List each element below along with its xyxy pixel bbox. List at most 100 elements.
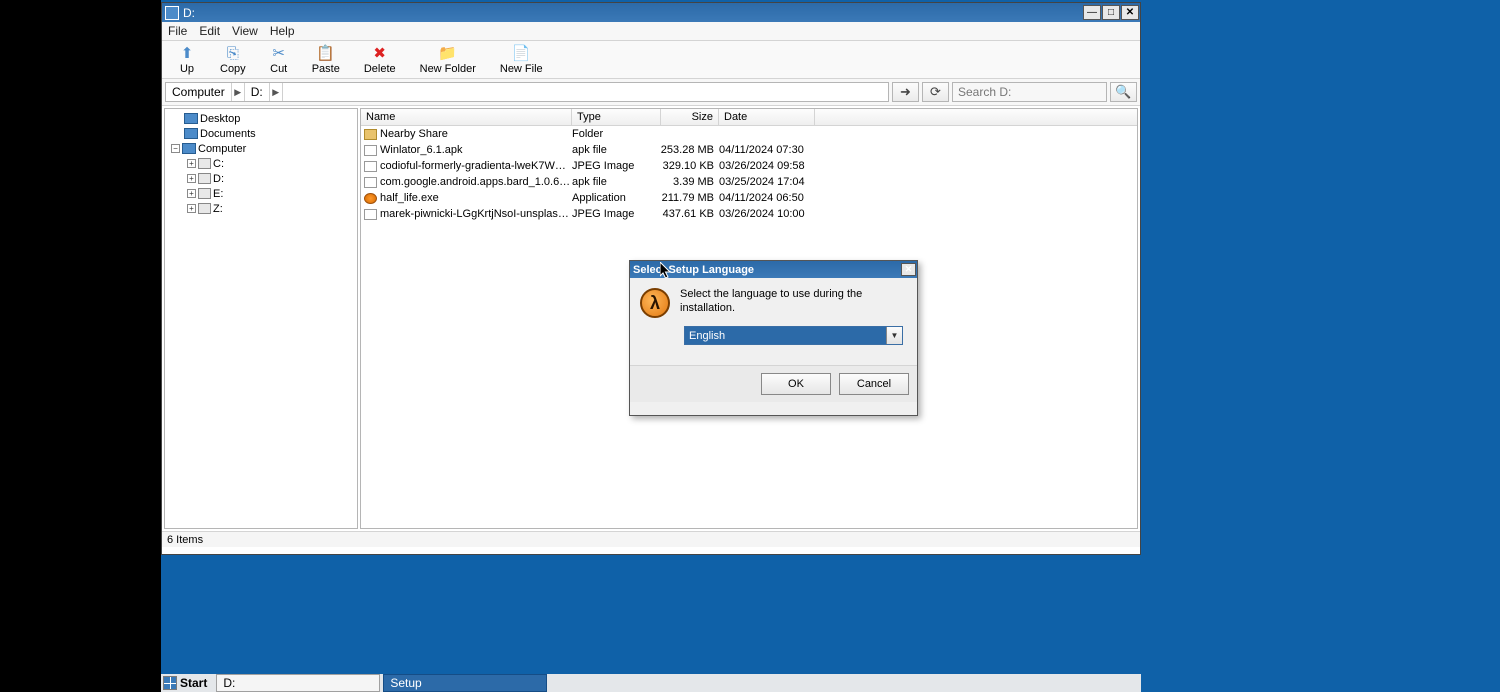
file-row[interactable]: Nearby ShareFolder xyxy=(361,126,1137,142)
minimize-button[interactable]: — xyxy=(1083,5,1101,20)
menu-help[interactable]: Help xyxy=(270,24,295,38)
menu-file[interactable]: File xyxy=(168,24,187,38)
tree-drive-d[interactable]: +D: xyxy=(165,171,357,186)
file-type: apk file xyxy=(572,176,661,188)
folder-tree[interactable]: Desktop Documents −Computer +C: +D: +E: … xyxy=(164,108,358,529)
file-icon xyxy=(364,209,377,220)
expand-icon[interactable]: + xyxy=(187,174,196,183)
chevron-down-icon[interactable]: ▼ xyxy=(886,327,902,344)
cancel-button[interactable]: Cancel xyxy=(839,373,909,395)
breadcrumb[interactable]: Computer ▶ D: ▶ xyxy=(165,82,889,102)
collapse-icon[interactable]: − xyxy=(171,144,180,153)
taskbar: Start D:Setup xyxy=(161,674,1141,692)
file-icon xyxy=(364,161,377,172)
file-date: 03/25/2024 17:04 xyxy=(719,176,815,188)
file-name: Nearby Share xyxy=(380,128,448,140)
file-size: 211.79 MB xyxy=(661,192,719,204)
copy-button[interactable]: ⎘Copy xyxy=(220,44,246,75)
close-button[interactable]: ✕ xyxy=(1121,5,1139,20)
column-name[interactable]: Name xyxy=(361,109,572,125)
cut-button[interactable]: ✂Cut xyxy=(270,44,288,75)
file-row[interactable]: Winlator_6.1.apkapk file253.28 MB04/11/2… xyxy=(361,142,1137,158)
file-date: 03/26/2024 09:58 xyxy=(719,160,815,172)
new-file-button[interactable]: 📄New File xyxy=(500,44,543,75)
tree-drive-c[interactable]: +C: xyxy=(165,156,357,171)
file-name: Winlator_6.1.apk xyxy=(380,144,463,156)
tree-desktop[interactable]: Desktop xyxy=(165,111,357,126)
window-titlebar[interactable]: D: — □ ✕ xyxy=(162,3,1140,22)
paste-button[interactable]: 📋Paste xyxy=(312,44,340,75)
file-name: com.google.android.apps.bard_1.0.6… xyxy=(380,176,570,188)
delete-button[interactable]: ✖Delete xyxy=(364,44,396,75)
refresh-button[interactable]: ⟳ xyxy=(922,82,949,102)
column-headers: Name Type Size Date xyxy=(361,109,1137,126)
expand-icon[interactable]: + xyxy=(187,159,196,168)
address-bar: Computer ▶ D: ▶ ➜ ⟳ Search D: 🔍 xyxy=(162,79,1140,106)
start-icon xyxy=(163,676,177,690)
breadcrumb-drive[interactable]: D: xyxy=(245,85,269,99)
file-type: JPEG Image xyxy=(572,160,661,172)
search-button[interactable]: 🔍 xyxy=(1110,82,1137,102)
column-size[interactable]: Size xyxy=(661,109,719,125)
file-row[interactable]: half_life.exe Application211.79 MB04/11/2… xyxy=(361,190,1137,206)
search-input[interactable]: Search D: xyxy=(952,82,1107,102)
toolbar: ⬆Up ⎘Copy ✂Cut 📋Paste ✖Delete 📁New Folde… xyxy=(162,41,1140,79)
file-row[interactable]: codioful-formerly-gradienta-lweK7W… JPEG … xyxy=(361,158,1137,174)
setup-language-dialog: Select Setup Language ✕ λ Select the lan… xyxy=(629,260,918,416)
file-size: 437.61 KB xyxy=(661,208,719,220)
menu-view[interactable]: View xyxy=(232,24,258,38)
breadcrumb-computer[interactable]: Computer xyxy=(166,85,231,99)
tree-documents[interactable]: Documents xyxy=(165,126,357,141)
tree-computer[interactable]: −Computer xyxy=(165,141,357,156)
taskbar-item[interactable]: Setup xyxy=(383,674,547,692)
file-name: codioful-formerly-gradienta-lweK7W… xyxy=(380,160,566,172)
dialog-title: Select Setup Language xyxy=(633,264,754,276)
window-icon xyxy=(165,6,179,20)
file-type: Application xyxy=(572,192,661,204)
copy-icon: ⎘ xyxy=(224,44,242,62)
file-size: 3.39 MB xyxy=(661,176,719,188)
file-row[interactable]: com.google.android.apps.bard_1.0.6…apk f… xyxy=(361,174,1137,190)
chevron-right-icon[interactable]: ▶ xyxy=(231,83,245,101)
dialog-message: Select the language to use during the in… xyxy=(680,288,903,318)
file-icon xyxy=(364,193,377,204)
go-button[interactable]: ➜ xyxy=(892,82,919,102)
column-type[interactable]: Type xyxy=(572,109,661,125)
dialog-titlebar[interactable]: Select Setup Language ✕ xyxy=(630,261,917,278)
file-row[interactable]: marek-piwnicki-LGgKrtjNsoI-unsplas…JPEG … xyxy=(361,206,1137,222)
file-size: 329.10 KB xyxy=(661,160,719,172)
window-title: D: xyxy=(183,6,195,20)
start-button[interactable]: Start xyxy=(161,674,213,692)
search-placeholder: Search D: xyxy=(958,85,1011,99)
status-text: 6 Items xyxy=(167,534,203,546)
paste-icon: 📋 xyxy=(317,44,335,62)
new-folder-icon: 📁 xyxy=(439,44,457,62)
new-file-icon: 📄 xyxy=(512,44,530,62)
file-date: 04/11/2024 07:30 xyxy=(719,144,815,156)
dialog-close-button[interactable]: ✕ xyxy=(901,263,916,276)
file-icon xyxy=(364,145,377,156)
delete-icon: ✖ xyxy=(371,44,389,62)
expand-icon[interactable]: + xyxy=(187,204,196,213)
lambda-icon: λ xyxy=(640,288,670,318)
menu-bar: File Edit View Help xyxy=(162,22,1140,41)
file-date: 04/11/2024 06:50 xyxy=(719,192,815,204)
file-icon xyxy=(364,177,377,188)
language-selected: English xyxy=(689,330,725,342)
tree-drive-z[interactable]: +Z: xyxy=(165,201,357,216)
file-type: JPEG Image xyxy=(572,208,661,220)
tree-drive-e[interactable]: +E: xyxy=(165,186,357,201)
maximize-button[interactable]: □ xyxy=(1102,5,1120,20)
up-button[interactable]: ⬆Up xyxy=(178,44,196,75)
file-icon xyxy=(364,129,377,140)
language-select[interactable]: English ▼ xyxy=(684,326,903,345)
taskbar-item[interactable]: D: xyxy=(216,674,380,692)
ok-button[interactable]: OK xyxy=(761,373,831,395)
menu-edit[interactable]: Edit xyxy=(199,24,220,38)
column-date[interactable]: Date xyxy=(719,109,815,125)
chevron-right-icon[interactable]: ▶ xyxy=(269,83,283,101)
file-name: marek-piwnicki-LGgKrtjNsoI-unsplas… xyxy=(380,208,569,220)
file-name: half_life.exe xyxy=(380,192,439,204)
expand-icon[interactable]: + xyxy=(187,189,196,198)
new-folder-button[interactable]: 📁New Folder xyxy=(420,44,476,75)
